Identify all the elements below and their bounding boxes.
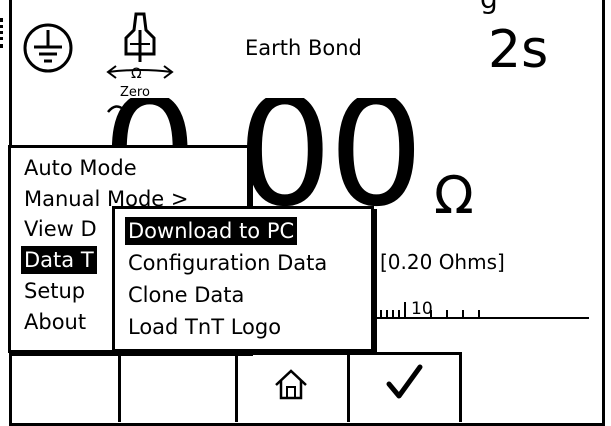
submenu-item-download-to-pc[interactable]: Download to PC: [125, 217, 298, 245]
home-icon: [275, 369, 307, 400]
softkey-home[interactable]: [238, 355, 347, 412]
softkey-1[interactable]: [12, 355, 118, 412]
data-transfer-submenu: Download to PC Configuration Data Clone …: [112, 206, 374, 352]
menu-item-about[interactable]: About: [21, 308, 89, 336]
menu-item-view-data[interactable]: View D: [21, 215, 100, 243]
test-title: Earth Bond: [245, 36, 362, 60]
softkey-2[interactable]: [121, 355, 235, 412]
reading-unit: Ω: [434, 166, 474, 226]
menu-item-setup[interactable]: Setup: [21, 277, 88, 305]
submenu-item-configuration-data[interactable]: Configuration Data: [125, 249, 330, 277]
softkey-confirm[interactable]: [350, 355, 459, 412]
analog-scale: 10: [375, 299, 589, 319]
submenu-item-load-tnt-logo[interactable]: Load TnT Logo: [125, 313, 284, 341]
menu-item-data-transfer[interactable]: Data T: [21, 246, 97, 274]
submenu-item-clone-data[interactable]: Clone Data: [125, 281, 247, 309]
limit-text: [0.20 Ohms]: [380, 250, 505, 274]
zero-omega-text: Ω: [131, 66, 142, 82]
header-cut-text: g: [480, 0, 498, 15]
screen-edge-mark: [0, 18, 9, 48]
checkmark-icon: [386, 364, 423, 399]
earth-ground-icon: [23, 23, 73, 73]
menu-item-auto-mode[interactable]: Auto Mode: [21, 154, 140, 182]
test-timer: 2s: [488, 20, 549, 80]
scale-label: 10: [411, 299, 433, 319]
